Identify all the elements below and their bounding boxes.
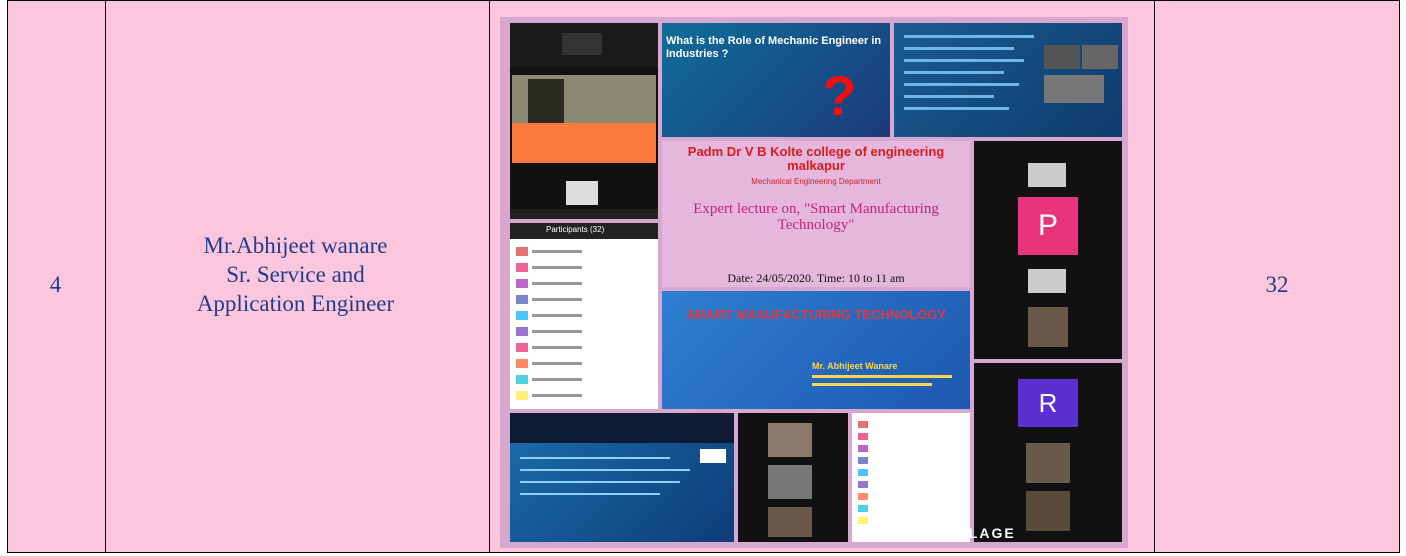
zoom-bottom-middle (738, 413, 848, 542)
participants-header: Participants (32) (546, 225, 605, 234)
slide-technology-list (894, 23, 1122, 137)
person-silhouette (528, 79, 564, 123)
poster-department: Mechanical Engineering Department (751, 177, 881, 186)
poster-lecture: Expert lecture on, "Smart Manufacturing … (693, 201, 939, 233)
question-mark-icon: ? (822, 64, 857, 127)
lecture-poster: Padm Dr V B Kolte college of engineering… (662, 141, 970, 287)
participant-count: 32 (1265, 272, 1289, 297)
zoom-gallery-p: P (974, 141, 1122, 359)
slide-smart-manufacturing: SMART MANUFACTURING TECHNOLOGY Mr. Abhij… (662, 291, 970, 409)
serial-number: 4 (49, 272, 62, 297)
zoom-gallery-r: R (974, 363, 1122, 542)
slide-title: What is the Role of Mechanic Engineer in… (666, 35, 882, 60)
participants-list-tile-2 (852, 413, 970, 542)
speaker-role-line1: Sr. Service and (226, 262, 365, 287)
participant-avatar-r: R (1038, 388, 1058, 418)
speaker-role-line2: Application Engineer (196, 291, 395, 316)
slide-role-of-engineer: What is the Role of Mechanic Engineer in… (662, 23, 890, 137)
slide2-speaker: Mr. Abhijeet Wanare (812, 361, 898, 371)
pic-collage-watermark: PIC COLLAGE (898, 525, 1016, 541)
participants-list-tile: Participants (32) (510, 223, 658, 409)
slide2-title: SMART MANUFACTURING TECHNOLOGY (686, 307, 946, 322)
event-photo-collage: What is the Role of Mechanic Engineer in… (500, 17, 1128, 548)
zoom-screenshot-tile (510, 23, 658, 219)
participant-avatar-p: P (1037, 209, 1058, 242)
slide-bottom-left (510, 413, 734, 542)
poster-date: Date: 24/05/2020. Time: 10 to 11 am (727, 271, 905, 285)
poster-college: Padm Dr V B Kolte college of engineering… (687, 144, 945, 173)
column-divider (489, 1, 490, 552)
speaker-name: Mr.Abhijeet wanare (203, 233, 388, 258)
